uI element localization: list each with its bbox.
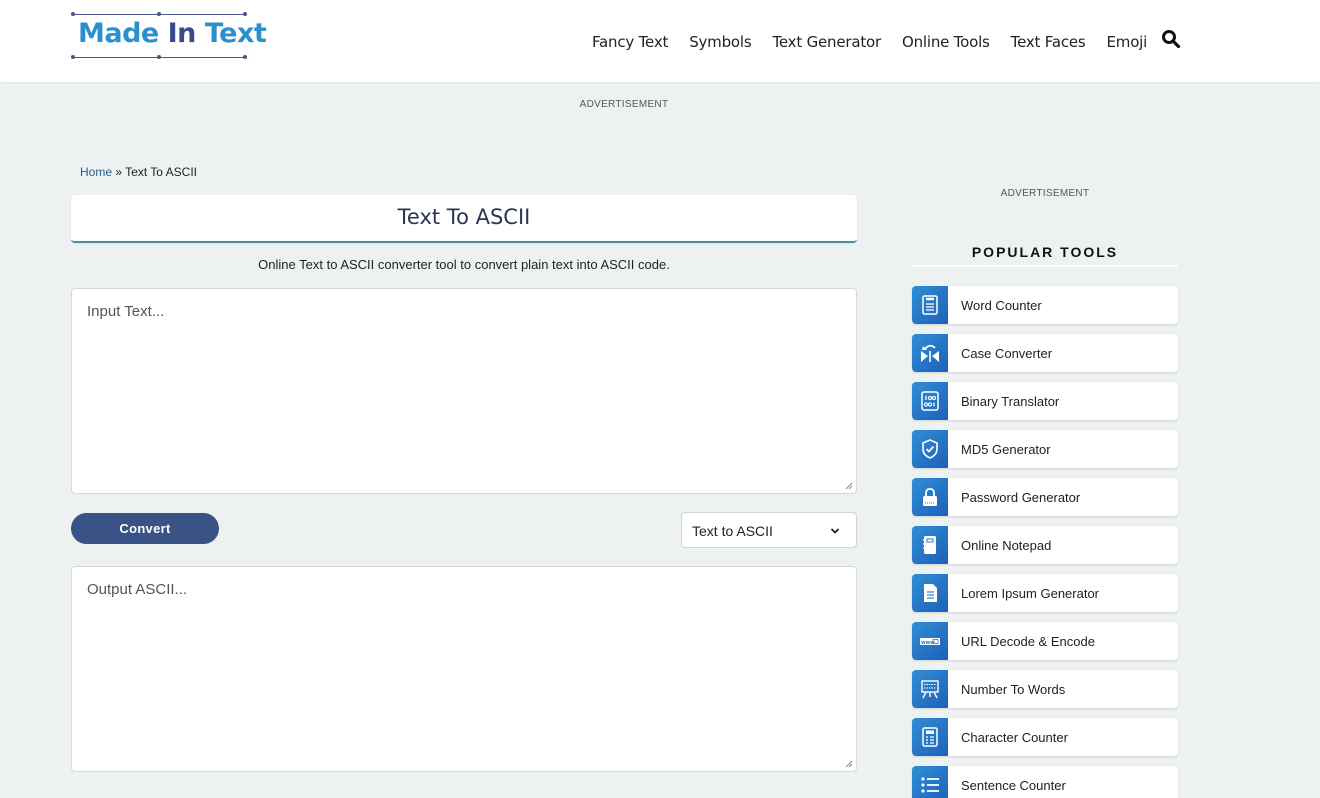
tool-md5-generator[interactable]: MD5 Generator [912, 430, 1178, 468]
tool-number-to-words[interactable]: Number To Words [912, 670, 1178, 708]
page-title-box: Text To ASCII [71, 195, 857, 243]
tool-label: Number To Words [961, 682, 1066, 697]
chevron-down-icon [830, 528, 840, 534]
breadcrumb-home-link[interactable]: Home [80, 165, 112, 179]
page-description: Online Text to ASCII converter tool to c… [258, 257, 670, 272]
output-placeholder: Output ASCII... [87, 581, 188, 598]
tool-label: Password Generator [961, 490, 1081, 505]
tool-binary-translator[interactable]: Binary Translator [912, 382, 1178, 420]
lock-icon [912, 478, 948, 516]
tool-case-converter[interactable]: Case Converter [912, 334, 1178, 372]
tool-label: URL Decode & Encode [961, 634, 1095, 649]
logo-text: Made In Text [78, 18, 267, 49]
logo-dot [157, 12, 161, 16]
breadcrumb: Home » Text To ASCII [80, 165, 197, 179]
tool-label: Word Counter [961, 298, 1042, 313]
tool-label: Case Converter [961, 346, 1053, 361]
list-icon [912, 766, 948, 798]
resize-grip-icon[interactable] [845, 760, 853, 768]
tool-label: Online Notepad [961, 538, 1052, 553]
tool-label: Binary Translator [961, 394, 1060, 409]
main-nav: Fancy Text Symbols Text Generator Online… [592, 29, 1181, 52]
binary-icon [912, 382, 948, 420]
conversion-mode-value: Text to ASCII [692, 523, 773, 539]
breadcrumb-separator: » [115, 165, 123, 179]
search-icon[interactable] [1161, 29, 1181, 49]
logo-dot [243, 12, 247, 16]
logo-dot [157, 55, 161, 59]
word-counter-icon [912, 286, 948, 324]
logo-dot [243, 55, 247, 59]
site-logo[interactable]: Made In Text [71, 8, 267, 64]
tool-word-counter[interactable]: Word Counter [912, 286, 1178, 324]
tool-password-generator[interactable]: Password Generator [912, 478, 1178, 516]
breadcrumb-current: Text To ASCII [125, 165, 197, 179]
popular-tools-divider [912, 265, 1178, 267]
convert-button[interactable]: Convert [71, 513, 219, 544]
nav-symbols[interactable]: Symbols [689, 33, 751, 51]
input-placeholder: Input Text... [87, 303, 165, 320]
logo-dot [71, 12, 75, 16]
tool-character-counter[interactable]: Character Counter [912, 718, 1178, 756]
nav-fancy-text[interactable]: Fancy Text [592, 33, 668, 51]
popular-tools-heading: POPULAR TOOLS [971, 244, 1119, 260]
shield-check-icon [912, 430, 948, 468]
tool-label: Sentence Counter [961, 778, 1066, 793]
nav-emoji[interactable]: Emoji [1107, 33, 1148, 51]
case-converter-icon [912, 334, 948, 372]
number-board-icon [912, 670, 948, 708]
url-icon: www [912, 622, 948, 660]
tool-url-decode-encode[interactable]: www URL Decode & Encode [912, 622, 1178, 660]
output-ascii-area[interactable]: Output ASCII... [71, 566, 857, 772]
popular-tools-list: Word Counter Case Converter Binary Trans… [912, 286, 1178, 798]
document-icon [912, 574, 948, 612]
logo-dot [71, 55, 75, 59]
tool-sentence-counter[interactable]: Sentence Counter [912, 766, 1178, 798]
resize-grip-icon[interactable] [845, 482, 853, 490]
nav-text-generator[interactable]: Text Generator [772, 33, 881, 51]
conversion-mode-select[interactable]: Text to ASCII [681, 512, 857, 548]
character-counter-icon [912, 718, 948, 756]
tool-lorem-ipsum-generator[interactable]: Lorem Ipsum Generator [912, 574, 1178, 612]
nav-text-faces[interactable]: Text Faces [1011, 33, 1086, 51]
tool-online-notepad[interactable]: Online Notepad [912, 526, 1178, 564]
notepad-icon [912, 526, 948, 564]
tool-label: MD5 Generator [961, 442, 1051, 457]
advertisement-label-top: ADVERTISEMENT [579, 99, 669, 110]
nav-online-tools[interactable]: Online Tools [902, 33, 990, 51]
input-text-area[interactable]: Input Text... [71, 288, 857, 494]
page-title: Text To ASCII [397, 205, 531, 229]
advertisement-label-side: ADVERTISEMENT [1000, 188, 1090, 199]
site-header: Made In Text Fancy Text Symbols Text Gen… [0, 0, 1320, 82]
tool-label: Character Counter [961, 730, 1068, 745]
tool-label: Lorem Ipsum Generator [961, 586, 1100, 601]
